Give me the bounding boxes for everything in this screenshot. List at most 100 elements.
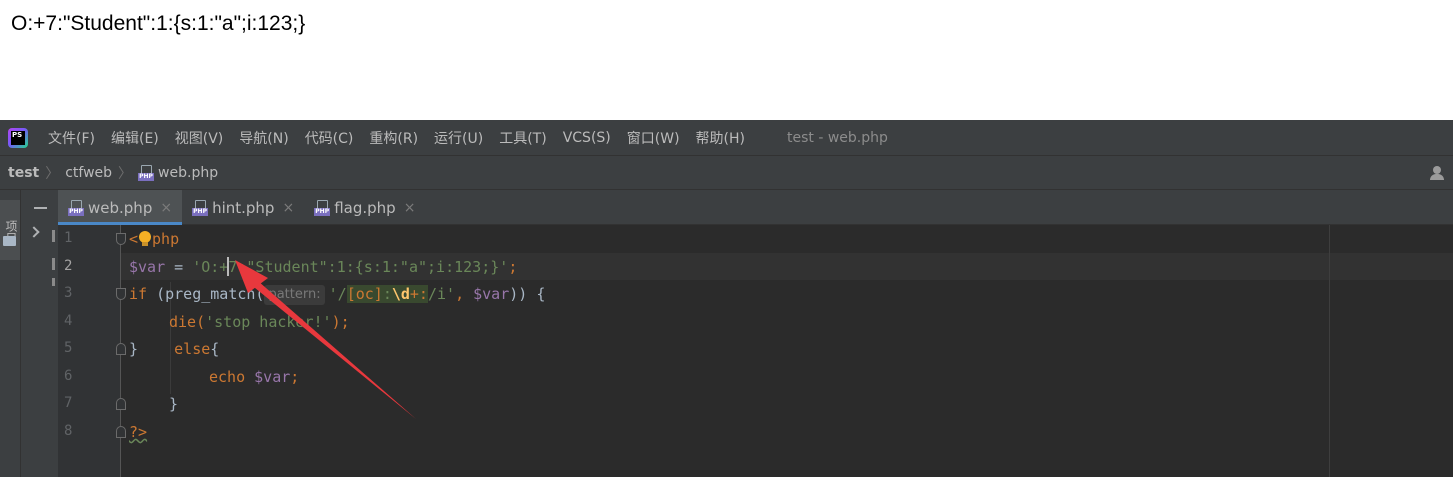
code-punct: )) { [509,285,546,303]
tab-label: hint.php [212,198,275,217]
breadcrumb-folder[interactable]: ctfweb [65,165,112,181]
code-line-2: $var = 'O:+7:"Student":1:{s:1:"a";i:123;… [129,254,517,281]
line-number: 8 [64,423,73,439]
line-number: 2 [64,258,73,274]
menu-vcs[interactable]: VCS(S) [563,130,611,146]
php-badge: PHP [138,172,155,181]
fold-icon[interactable] [116,288,126,300]
line-number: 3 [64,285,73,301]
line-number: 6 [64,368,73,384]
code-line-3: if (preg_match(pattern: '/[oc]:\d+:/i', $… [129,281,545,308]
code-string: 7:"Student":1:{s:1:"a";i:123;}' [228,258,509,276]
php-open-tag-rest: php [152,230,180,248]
line-number: 7 [64,395,73,411]
tab-label: web.php [88,198,153,217]
menu-refactor[interactable]: 重构(R) [369,128,418,148]
menu-navigate[interactable]: 导航(N) [239,128,288,148]
fold-icon[interactable] [116,343,126,355]
php-badge: PHP [192,207,209,216]
regex-class: [oc] [346,285,383,303]
chevron-right-icon[interactable] [28,226,40,238]
line-number: 4 [64,313,73,329]
phpstorm-logo-icon: PS [8,127,28,148]
code-keyword: echo [209,368,255,386]
code-brace: } [129,340,139,358]
lightbulb-icon[interactable] [138,231,152,247]
regex-escape: \d [391,285,410,303]
project-tool-window-button[interactable]: 项目 [0,200,20,260]
code-line-1: < php [129,226,179,253]
php-open-tag: < [129,230,139,248]
fold-icon[interactable] [116,398,126,410]
code-line-4: die('stop hacker!'); [169,309,350,336]
code-semicolon: ; [290,368,300,386]
breadcrumb-file[interactable]: web.php [158,165,218,181]
code-editor[interactable]: 1 2 3 4 5 6 7 8 < php $var = 'O:+7:"Stude… [58,225,1453,477]
breadcrumb-separator-icon: 〉 [45,165,60,182]
menu-run[interactable]: 运行(U) [434,128,483,148]
breadcrumb-separator-icon: 〉 [118,165,133,182]
menu-view[interactable]: 视图(V) [175,128,224,148]
menu-file[interactable]: 文件(F) [48,128,95,148]
menu-edit[interactable]: 编辑(E) [111,128,159,148]
code-variable: $var [473,285,510,303]
line-number: 5 [64,340,73,356]
fold-icon[interactable] [116,233,126,245]
tree-node-marker [52,230,55,242]
regex-literal: : [382,285,392,303]
code-string: '/ [328,285,347,303]
close-icon[interactable]: × [160,200,172,216]
code-punct: ); [331,313,350,331]
line-number: 1 [64,230,73,246]
code-operator: = [165,258,193,276]
code-line-5: } else{ [129,336,219,363]
code-line-8: ?> [129,419,147,446]
menu-bar: PS 文件(F) 编辑(E) 视图(V) 导航(N) 代码(C) 重构(R) 运… [0,120,1453,155]
fold-icon[interactable] [116,426,126,438]
menu-code[interactable]: 代码(C) [305,128,354,148]
code-variable: $var [129,258,166,276]
close-icon[interactable]: × [404,200,416,216]
right-margin-guide [1329,225,1330,477]
browser-output-text: O:+7:"Student":1:{s:1:"a";i:123;} [11,12,306,35]
breadcrumb-project[interactable]: test [8,165,39,181]
collapse-minus-icon[interactable] [34,207,47,209]
left-tool-strip: 项目 [0,190,21,477]
tree-node-marker [52,278,55,286]
folder-icon [3,236,16,246]
php-close-tag: ?> [129,423,148,441]
close-icon[interactable]: × [282,200,294,216]
tree-node-marker [52,258,55,270]
code-semicolon: ; [508,258,518,276]
code-keyword: if [129,285,148,303]
code-string: 'stop hacker!' [205,313,332,331]
logo-label: PS [11,130,25,145]
code-line-6: echo $var; [209,364,299,391]
php-badge: PHP [68,207,84,216]
php-file-icon: PHP [138,164,155,181]
parameter-hint: pattern: [264,285,325,305]
php-file-icon: PHP [192,199,209,216]
code-keyword: else [138,340,211,358]
menu-tools[interactable]: 工具(T) [499,128,546,148]
code-variable: $var [254,368,291,386]
php-badge: PHP [314,207,331,216]
php-file-icon: PHP [314,199,331,216]
tab-web-php[interactable]: PHP web.php × [58,190,183,225]
breadcrumb: test 〉 ctfweb 〉 PHP web.php [0,155,1453,190]
tab-hint-php[interactable]: PHP hint.php × [182,190,304,225]
menu-help[interactable]: 帮助(H) [696,128,745,148]
code-brace: { [210,340,220,358]
code-comma: , [455,285,474,303]
regex-quantifier: +: [409,285,428,303]
code-call: (preg_match( [147,285,265,303]
editor-tabs: PHP web.php × PHP hint.php × PHP flag.ph… [58,190,1453,225]
code-string: /i' [427,285,456,303]
tab-label: flag.php [334,198,396,217]
user-icon[interactable] [1429,166,1445,180]
project-panel [21,190,58,477]
php-file-icon: PHP [68,199,84,216]
menu-window[interactable]: 窗口(W) [627,128,680,148]
tab-flag-php[interactable]: PHP flag.php × [304,190,425,225]
code-line-7: } [169,391,178,418]
